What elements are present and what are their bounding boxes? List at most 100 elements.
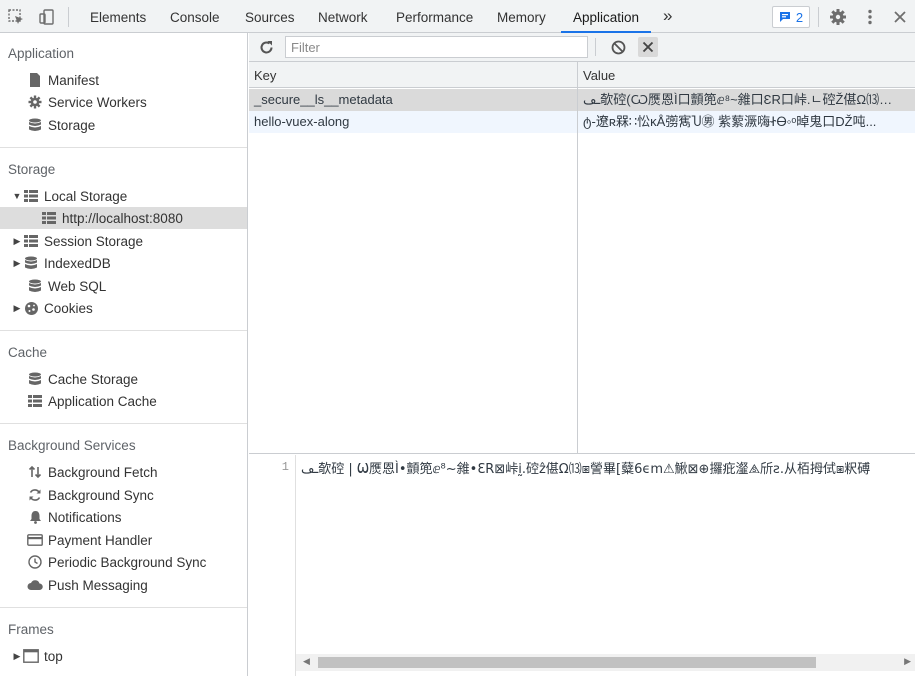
sidebar-item-localhost-8080[interactable]: http://localhost:8080 — [0, 207, 247, 229]
sidebar-item-manifest[interactable]: Manifest — [0, 69, 247, 91]
sidebar-item-cache-storage[interactable]: Cache Storage — [0, 368, 247, 390]
sidebar-item-web-sql[interactable]: Web SQL — [0, 275, 247, 297]
sidebar-item-label: http://localhost:8080 — [62, 210, 183, 226]
sidebar-item-label: Storage — [48, 117, 96, 133]
tab-application[interactable]: Application — [561, 0, 652, 33]
more-tabs-button[interactable]: » — [663, 0, 672, 33]
preview-text[interactable]: ـڡ欹硿 | Ѡ㷳恩Ì•顫篼ⅇ⁸~雓•ƐR⊠峠ḭ.硿ẑ偡Ω⒀⧆謍畢[糵6ϵm⚠鰍… — [301, 458, 915, 478]
issues-count: 2 — [795, 9, 804, 25]
grid-icon — [22, 188, 40, 204]
gear-icon[interactable] — [828, 7, 848, 27]
sidebar-item-cookies[interactable]: ▶ Cookies — [0, 297, 247, 319]
section-title-application: Application — [8, 46, 75, 61]
sidebar-item-label: top — [44, 648, 63, 664]
sidebar-item-push-messaging[interactable]: Push Messaging — [0, 574, 247, 596]
sidebar-item-top-frame[interactable]: ▶ top — [0, 645, 247, 667]
sidebar-item-label: Session Storage — [44, 233, 144, 249]
table-row[interactable]: _secure__ls__metadata ـڡ欹硿(Ѡ㷳恩Ì口顫篼ⅇ⁸~雓口Ɛ… — [249, 89, 915, 111]
filter-divider — [595, 38, 596, 56]
refresh-icon[interactable] — [256, 37, 276, 57]
expanded-arrow-icon[interactable]: ▼ — [12, 191, 22, 201]
sidebar-item-label: Cache Storage — [48, 371, 139, 387]
sidebar-item-label: Local Storage — [44, 188, 128, 204]
clear-all-icon[interactable] — [608, 37, 628, 57]
devtools-toolbar: Elements Console Sources Network Perform… — [0, 0, 915, 33]
sidebar-item-background-fetch[interactable]: Background Fetch — [0, 461, 247, 483]
sidebar-item-label: Notifications — [48, 509, 122, 525]
section-title-storage: Storage — [8, 162, 56, 177]
kebab-menu-icon[interactable] — [860, 7, 880, 27]
filter-input[interactable] — [285, 36, 588, 58]
sidebar-item-indexeddb[interactable]: ▶ IndexedDB — [0, 252, 247, 274]
issues-badge[interactable]: 2 — [772, 6, 810, 28]
sidebar-item-label: Payment Handler — [48, 532, 153, 548]
application-sidebar: Application Manifest Service Workers Sto… — [0, 33, 248, 676]
device-toolbar-icon[interactable] — [37, 7, 57, 27]
cookie-icon — [22, 300, 40, 316]
table-row[interactable]: hello-vuex-along ტ-遼ʀ槑∷忪ĸÅ彅寯Ⴎ㊚ 紫蕠㵐嗨ᏐᎾ◦ᵒ晫… — [249, 111, 915, 133]
card-icon — [26, 532, 44, 548]
sidebar-item-background-sync[interactable]: Background Sync — [0, 484, 247, 506]
tab-memory[interactable]: Memory — [497, 0, 546, 33]
local-storage-table: Key Value _secure__ls__metadata ـڡ欹硿(Ѡ㷳恩… — [249, 62, 915, 454]
delete-selected-icon[interactable] — [638, 37, 658, 57]
sidebar-item-service-workers[interactable]: Service Workers — [0, 91, 247, 113]
sidebar-item-label: Periodic Background Sync — [48, 554, 207, 570]
section-title-cache: Cache — [8, 345, 48, 360]
close-devtools-icon[interactable] — [890, 7, 910, 27]
sidebar-item-notifications[interactable]: Notifications — [0, 506, 247, 528]
collapsed-arrow-icon[interactable]: ▶ — [12, 651, 22, 662]
section-title-background-services: Background Services — [8, 438, 136, 453]
sidebar-item-session-storage[interactable]: ▶ Session Storage — [0, 230, 247, 252]
sidebar-item-payment-handler[interactable]: Payment Handler — [0, 529, 247, 551]
sidebar-item-label: IndexedDB — [44, 255, 111, 271]
section-divider — [0, 147, 247, 148]
line-number-gutter: 1 — [249, 455, 296, 676]
sync-icon — [26, 487, 44, 503]
sidebar-item-label: Manifest — [48, 72, 100, 88]
sidebar-item-storage[interactable]: Storage — [0, 114, 247, 136]
line-number: 1 — [281, 460, 289, 474]
collapsed-arrow-icon[interactable]: ▶ — [12, 303, 22, 314]
sidebar-item-periodic-background-sync[interactable]: Periodic Background Sync — [0, 551, 247, 573]
scroll-left-icon[interactable]: ◀ — [303, 656, 310, 667]
sidebar-item-label: Background Fetch — [48, 464, 158, 480]
clock-icon — [26, 554, 44, 570]
table-header: Key Value — [249, 62, 915, 88]
horizontal-scrollbar[interactable]: ◀ ▶ — [296, 654, 915, 671]
sidebar-item-local-storage[interactable]: ▼ Local Storage — [0, 185, 247, 207]
grid-icon — [26, 393, 44, 409]
column-header-key[interactable]: Key — [249, 62, 577, 87]
column-header-value[interactable]: Value — [578, 62, 915, 87]
message-icon — [779, 12, 790, 22]
sidebar-item-label: Web SQL — [48, 278, 107, 294]
tab-performance[interactable]: Performance — [396, 0, 473, 33]
section-divider — [0, 330, 247, 331]
column-divider[interactable] — [577, 62, 578, 453]
grid-icon — [40, 210, 58, 226]
value-preview-pane: 1 ـڡ欹硿 | Ѡ㷳恩Ì•顫篼ⅇ⁸~雓•ƐR⊠峠ḭ.硿ẑ偡Ω⒀⧆謍畢[糵6ϵm… — [249, 455, 915, 676]
cloud-icon — [26, 577, 44, 593]
tab-console[interactable]: Console — [170, 0, 220, 33]
tab-sources[interactable]: Sources — [245, 0, 295, 33]
collapsed-arrow-icon[interactable]: ▶ — [12, 258, 22, 269]
database-icon — [26, 371, 44, 387]
sidebar-item-application-cache[interactable]: Application Cache — [0, 390, 247, 412]
tab-network[interactable]: Network — [318, 0, 368, 33]
inspect-element-icon[interactable] — [6, 7, 26, 27]
database-icon — [26, 278, 44, 294]
collapsed-arrow-icon[interactable]: ▶ — [12, 236, 22, 247]
file-icon — [26, 72, 44, 88]
database-icon — [22, 255, 40, 271]
sidebar-item-label: Background Sync — [48, 487, 154, 503]
bell-icon — [26, 509, 44, 525]
row-key: _secure__ls__metadata — [254, 92, 393, 107]
section-divider — [0, 423, 247, 424]
sidebar-item-label: Cookies — [44, 300, 93, 316]
toolbar-divider — [68, 7, 69, 27]
sidebar-item-label: Push Messaging — [48, 577, 148, 593]
tab-elements[interactable]: Elements — [90, 0, 146, 33]
scrollbar-thumb[interactable] — [318, 657, 816, 668]
scroll-right-icon[interactable]: ▶ — [904, 656, 911, 667]
sidebar-item-label: Service Workers — [48, 94, 147, 110]
